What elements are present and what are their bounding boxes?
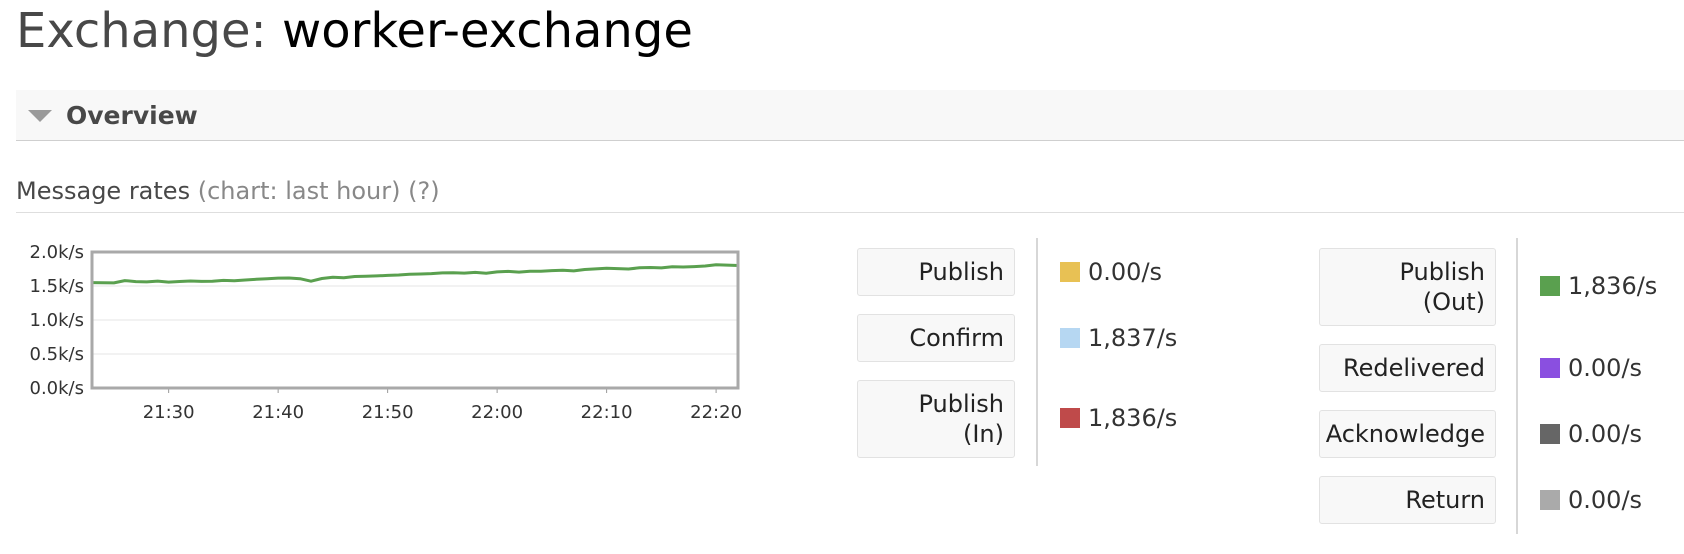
x-tick-label: 21:40 <box>252 402 304 423</box>
value-acknowledge: 0.00/s <box>1568 420 1643 448</box>
page-title: Exchange: worker-exchange <box>16 0 693 62</box>
swatch-publish-out <box>1540 276 1560 296</box>
y-tick-label: 1.0k/s <box>30 310 85 331</box>
value-publish-out: 1,836/s <box>1568 272 1658 300</box>
swatch-acknowledge <box>1540 424 1560 444</box>
message-rates-label: Message rates <box>16 177 191 205</box>
metric-label-acknowledge[interactable]: Acknowledge <box>1319 410 1496 458</box>
metric-label-publish-out[interactable]: Publish (Out) <box>1319 248 1496 326</box>
chart-range-link[interactable]: (chart: last hour) <box>198 177 401 205</box>
message-rates-chart: 0.0k/s 0.5k/s 1.0k/s 1.5k/s 2.0k/s 21:30 21:40… <box>30 242 743 423</box>
column-divider <box>1516 238 1518 534</box>
swatch-return <box>1540 490 1560 510</box>
value-publish-in: 1,836/s <box>1088 404 1178 432</box>
swatch-redelivered <box>1540 358 1560 378</box>
y-tick-label: 0.0k/s <box>30 378 85 399</box>
value-redelivered: 0.00/s <box>1568 354 1643 382</box>
value-confirm: 1,837/s <box>1088 324 1178 352</box>
x-tick-label: 21:30 <box>143 402 195 423</box>
divider <box>16 212 1684 213</box>
metric-label-return[interactable]: Return <box>1319 476 1496 524</box>
value-return: 0.00/s <box>1568 486 1643 514</box>
value-publish: 0.00/s <box>1088 258 1163 286</box>
metric-label-publish[interactable]: Publish <box>857 248 1015 296</box>
column-divider <box>1036 238 1038 466</box>
y-tick-label: 1.5k/s <box>30 276 85 297</box>
help-link[interactable]: (?) <box>408 177 439 205</box>
title-prefix: Exchange: <box>16 3 267 59</box>
metric-label-redelivered[interactable]: Redelivered <box>1319 344 1496 392</box>
x-tick-label: 22:20 <box>690 402 742 423</box>
metric-label-confirm[interactable]: Confirm <box>857 314 1015 362</box>
y-tick-label: 0.5k/s <box>30 344 85 365</box>
swatch-confirm <box>1060 328 1080 348</box>
overview-title: Overview <box>66 101 198 130</box>
overview-section-header[interactable]: Overview <box>16 90 1684 141</box>
swatch-publish <box>1060 262 1080 282</box>
series-line <box>91 263 739 285</box>
message-rates-heading: Message rates (chart: last hour) (?) <box>16 176 440 206</box>
metric-label-publish-in[interactable]: Publish (In) <box>857 380 1015 458</box>
x-tick-label: 21:50 <box>362 402 414 423</box>
swatch-publish-in <box>1060 408 1080 428</box>
exchange-name: worker-exchange <box>281 3 693 59</box>
y-tick-label: 2.0k/s <box>30 242 85 263</box>
collapse-triangle-icon[interactable] <box>28 110 52 122</box>
x-tick-label: 22:10 <box>581 402 633 423</box>
x-tick-label: 22:00 <box>471 402 523 423</box>
